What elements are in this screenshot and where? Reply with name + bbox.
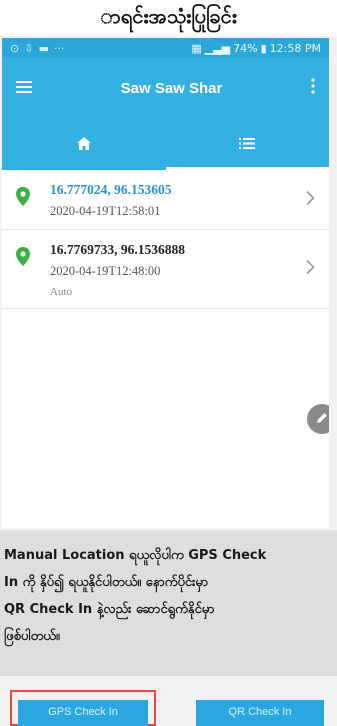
image-status-icon: ▬ xyxy=(38,41,49,55)
description-line: In ကို နှိပ်၍ ရယူနိုင်ပါတယ်။ နောက်ပိုင်း… xyxy=(4,575,209,590)
description-line: ဖြစ်ပါတယ်။ xyxy=(4,629,60,644)
menu-icon[interactable] xyxy=(16,79,32,98)
item-coordinates[interactable]: 16.777024, 96.153605 xyxy=(50,182,172,198)
item-timestamp: 2020-04-19T12:58:01 xyxy=(50,204,161,218)
list-item[interactable]: 16.7769733, 96.1536888 2020-04-19T12:48:… xyxy=(2,230,329,309)
list-item[interactable]: 16.777024, 96.153605 2020-04-19T12:58:01 xyxy=(2,170,329,230)
chevron-right-icon[interactable] xyxy=(306,190,315,209)
location-pin-icon xyxy=(16,247,36,270)
download-status-icon: ⇩ xyxy=(24,41,34,55)
item-timestamp: 2020-04-19T12:48:00 xyxy=(50,264,161,278)
app-title: Saw Saw Shar xyxy=(120,79,223,97)
description-box: Manual Location ရယူလိုပါက GPS Check In က… xyxy=(0,530,337,676)
app-bar: Saw Saw Shar xyxy=(2,58,329,118)
home-icon xyxy=(76,135,91,154)
chevron-right-icon[interactable] xyxy=(306,259,315,279)
edit-icon xyxy=(315,410,329,429)
tab-list[interactable] xyxy=(165,118,330,170)
clock: 12:58 PM xyxy=(269,41,321,55)
item-tag: Auto xyxy=(50,286,72,298)
description-line: QR Check In နဲ့လည်း ဆောင်ရွက်နိုင်မှာ xyxy=(4,602,215,617)
location-status-icon: ⊙ xyxy=(10,41,20,55)
list-icon xyxy=(239,135,256,154)
edit-fab[interactable] xyxy=(307,404,329,434)
button-bar: GPS Check In QR Check In xyxy=(0,676,337,726)
nfc-status-icon: ▦ xyxy=(191,41,202,55)
description-line: Manual Location ရယူလိုပါက GPS Check xyxy=(4,548,267,563)
page-heading: ာရင်းအသုံးပြုခြင်း xyxy=(0,0,337,36)
battery-icon: ▮ xyxy=(260,41,267,55)
tab-bar xyxy=(2,118,329,170)
item-coordinates[interactable]: 16.7769733, 96.1536888 xyxy=(50,242,185,258)
signal-status-icon: ▁▃▅ xyxy=(204,41,231,55)
tab-home[interactable] xyxy=(2,118,166,170)
more-status-icon: ··· xyxy=(53,41,65,55)
phone-screen: ⊙ ⇩ ▬ ··· ▦ ▁▃▅ 74% ▮ 12:58 PM Saw Saw S… xyxy=(2,38,329,528)
gps-check-in-button[interactable]: GPS Check In xyxy=(18,700,148,726)
battery-percent: 74% xyxy=(233,41,258,55)
qr-check-in-button[interactable]: QR Check In xyxy=(196,700,324,726)
more-vert-icon[interactable] xyxy=(311,78,315,98)
location-pin-icon xyxy=(16,187,36,210)
status-bar: ⊙ ⇩ ▬ ··· ▦ ▁▃▅ 74% ▮ 12:58 PM xyxy=(2,38,329,58)
